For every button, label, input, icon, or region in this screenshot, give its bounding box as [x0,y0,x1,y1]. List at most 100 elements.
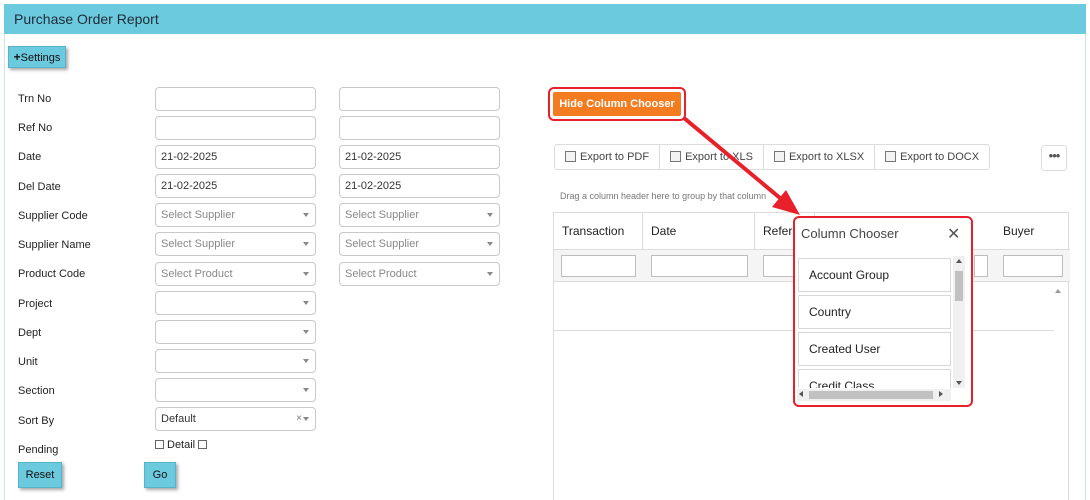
product-code-to-select[interactable]: Select Product [339,262,500,286]
filter-hidden-input[interactable] [974,255,988,277]
date-from-input[interactable]: 21-02-2025 [155,145,316,169]
ref-no-to-input[interactable] [339,116,500,140]
detail-label: Detail [167,439,196,451]
label-ref-no: Ref No [18,122,53,134]
chevron-down-icon [487,213,493,217]
column-header-transaction[interactable]: Transaction [554,213,643,249]
project-select[interactable] [155,291,316,315]
export-xls-label: Export to XLS [685,151,753,163]
chooser-vertical-thumb[interactable] [955,271,963,301]
detail-checkbox[interactable] [198,440,208,449]
product-code-from-select[interactable]: Select Product [155,262,316,286]
chooser-item-country[interactable]: Country [798,295,951,329]
column-header-buyer[interactable]: Buyer [995,213,1070,249]
dept-select[interactable] [155,320,316,344]
grid-scroll-up-icon[interactable] [1055,289,1061,293]
label-section: Section [18,385,55,397]
xls-export-icon [670,151,682,162]
label-trn-no: Trn No [18,93,52,105]
export-toolbar: Export to PDF Export to XLS Export to XL… [554,144,991,170]
product-code-from-value: Select Product [161,268,233,280]
label-unit: Unit [18,356,38,368]
supplier-code-to-select[interactable]: Select Supplier [339,203,500,227]
trn-no-from-input[interactable] [155,87,316,111]
label-supplier-code: Supplier Code [18,210,88,222]
chevron-down-icon [303,272,309,276]
chevron-down-icon [487,272,493,276]
filter-date-input[interactable] [651,255,748,277]
del-date-to-input[interactable]: 21-02-2025 [339,174,500,198]
scroll-down-icon[interactable] [956,381,962,385]
filter-transaction-input[interactable] [561,255,636,277]
hide-column-chooser-button[interactable]: Hide Column Chooser [553,92,681,116]
supplier-code-from-value: Select Supplier [161,209,235,221]
pdf-export-icon [565,151,576,162]
column-chooser-title: Column Chooser [801,226,899,241]
date-to-input[interactable]: 21-02-2025 [339,145,500,169]
supplier-name-from-value: Select Supplier [161,238,235,250]
chevron-down-icon [303,301,309,305]
supplier-name-to-select[interactable]: Select Supplier [339,232,500,256]
filter-buyer-input[interactable] [1003,255,1063,277]
plus-icon: + [13,50,21,64]
detail-checkbox-row[interactable]: Detail [155,439,210,451]
column-chooser-panel: Column Chooser ✕ Account Group Country C… [793,216,973,407]
label-sort-by: Sort By [18,415,55,427]
chooser-item-account-group[interactable]: Account Group [798,258,951,292]
chooser-horizontal-thumb[interactable] [809,391,933,399]
export-pdf-button[interactable]: Export to PDF [555,145,661,169]
export-xls-button[interactable]: Export to XLS [660,145,764,169]
scroll-right-icon[interactable] [939,391,943,397]
scroll-left-icon[interactable] [799,391,803,397]
export-xlsx-label: Export to XLSX [788,151,865,163]
trn-no-to-input[interactable] [339,87,500,111]
label-dept: Dept [18,327,42,339]
section-select[interactable] [155,378,316,402]
reset-button[interactable]: Reset [18,462,62,488]
close-icon[interactable]: ✕ [947,224,960,244]
chevron-down-icon [303,330,309,334]
group-panel-hint: Drag a column header here to group by th… [560,191,767,201]
export-xlsx-button[interactable]: Export to XLSX [764,145,876,169]
sort-by-value: Default [161,413,196,425]
pending-checkbox[interactable] [155,440,164,449]
chooser-item-credit-class[interactable]: Credit Class [798,369,951,388]
column-chooser-list: Account Group Country Created User Credi… [798,258,951,388]
chevron-down-icon [487,242,493,246]
chooser-item-created-user[interactable]: Created User [798,332,951,366]
label-date: Date [18,151,42,163]
export-pdf-label: Export to PDF [580,151,650,163]
chevron-down-icon [303,388,309,392]
settings-label: Settings [20,52,61,64]
chevron-down-icon [303,359,309,363]
supplier-code-from-select[interactable]: Select Supplier [155,203,316,227]
product-code-to-value: Select Product [345,268,417,280]
chooser-horizontal-scrollbar[interactable] [797,389,951,401]
chevron-down-icon [303,417,309,421]
label-del-date: Del Date [18,181,61,193]
sort-by-select[interactable]: Default × [155,407,316,431]
go-button[interactable]: Go [144,462,176,488]
supplier-code-to-value: Select Supplier [345,209,419,221]
chevron-down-icon [303,213,309,217]
label-product-code: Product Code [18,268,86,280]
supplier-name-to-value: Select Supplier [345,238,419,250]
export-docx-label: Export to DOCX [900,151,980,163]
chooser-vertical-scrollbar[interactable] [953,256,965,388]
ref-no-from-input[interactable] [155,116,316,140]
settings-button[interactable]: +Settings [8,46,66,68]
scroll-up-icon[interactable] [956,259,962,263]
hide-chooser-highlight: Hide Column Chooser [548,87,686,121]
unit-select[interactable] [155,349,316,373]
label-supplier-name: Supplier Name [18,239,91,251]
del-date-from-input[interactable]: 21-02-2025 [155,174,316,198]
supplier-name-from-select[interactable]: Select Supplier [155,232,316,256]
column-header-date[interactable]: Date [643,213,755,249]
chevron-down-icon [303,242,309,246]
export-docx-button[interactable]: Export to DOCX [875,145,989,169]
more-options-button[interactable]: ••• [1041,145,1067,171]
xlsx-export-icon [773,151,785,162]
label-pending: Pending [18,444,59,456]
clear-icon[interactable]: × [296,408,302,430]
docx-export-icon [885,151,897,162]
